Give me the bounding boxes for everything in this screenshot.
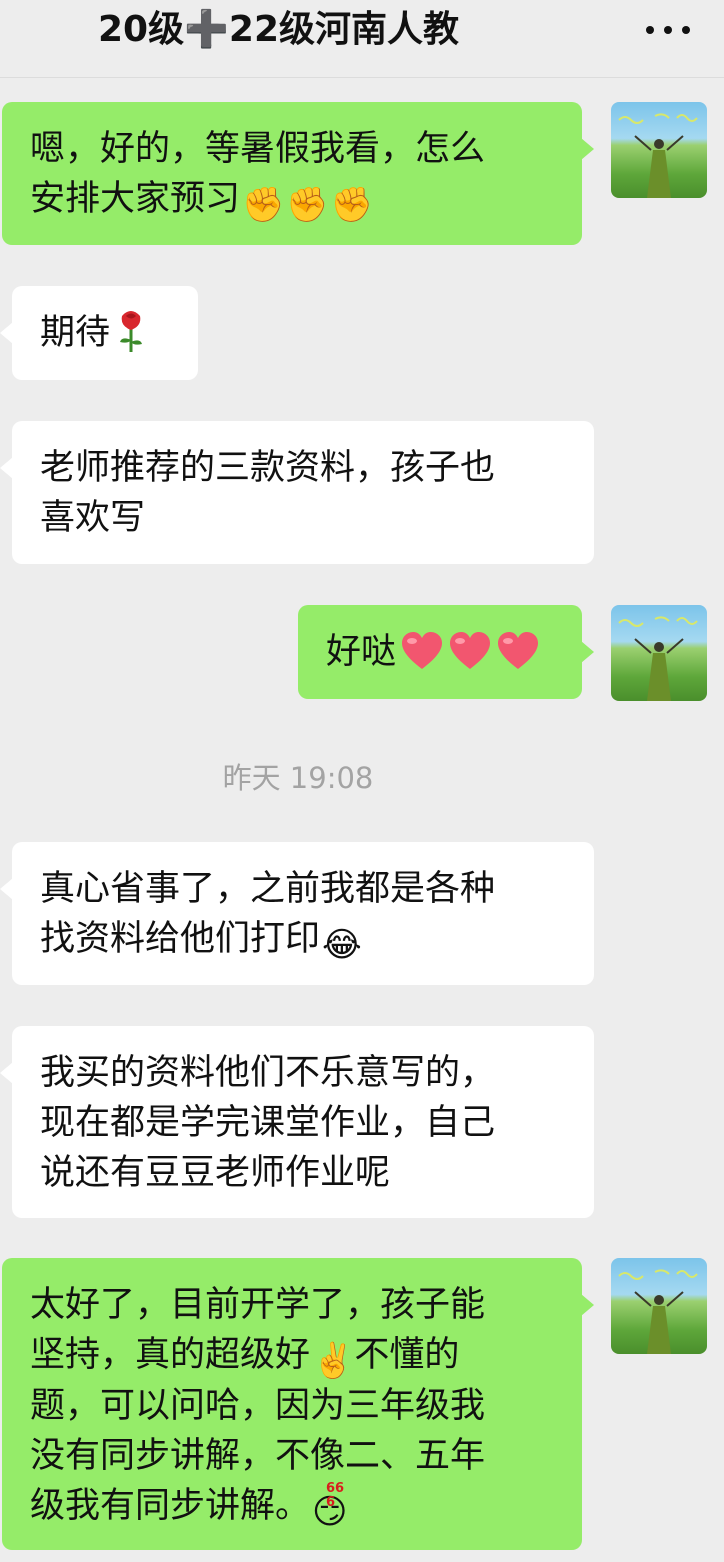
- message-bubble-incoming[interactable]: 我买的资料他们不乐意写的， 现在都是学完课堂作业，自己 说还有豆豆老师作业呢: [0, 1026, 594, 1218]
- more-dots-icon: [664, 26, 672, 34]
- message-line: 说还有豆豆老师作业呢: [40, 1153, 391, 1193]
- more-dots-icon: [682, 26, 690, 34]
- message-line: 真心省事了，之前我都是各种: [40, 869, 496, 909]
- message-line: 喜欢写: [40, 498, 146, 538]
- message-bubble-outgoing[interactable]: 嗯，好的，等暑假我看，怎么 安排大家预习✊✊✊: [2, 102, 594, 245]
- user-avatar-icon[interactable]: [611, 605, 707, 701]
- heart-icon: [498, 632, 539, 669]
- message-line: 安排大家预习✊✊✊: [30, 179, 374, 225]
- laughing-emoji: 😂: [322, 925, 362, 965]
- message-timestamp: 昨天 19:08: [222, 761, 374, 795]
- message-bubble-outgoing[interactable]: 太好了，目前开学了，孩子能 坚持，真的超级好✌️不懂的 题，可以问哈，因为三年级…: [2, 1258, 594, 1550]
- message-bubble-incoming[interactable]: 真心省事了，之前我都是各种 找资料给他们打印😂: [0, 842, 594, 985]
- heart-icon: [402, 632, 443, 669]
- message-line: 现在都是学完课堂作业，自己: [40, 1103, 496, 1143]
- message-text: 期待: [40, 313, 111, 353]
- fist-emoji: ✊: [286, 185, 329, 225]
- message-line: 没有同步讲解，不像二、五年: [30, 1436, 486, 1476]
- user-avatar-icon[interactable]: [611, 1258, 707, 1354]
- message-line: 嗯，好的，等暑假我看，怎么: [30, 129, 486, 169]
- message-line: 老师推荐的三款资料，孩子也: [40, 448, 496, 488]
- message-line: 级我有同步讲解。😏 666: [30, 1481, 348, 1533]
- user-avatar-icon[interactable]: [611, 102, 707, 198]
- message-line: 题，可以问哈，因为三年级我: [30, 1386, 486, 1426]
- rose-icon: [120, 311, 143, 352]
- more-dots-icon: [646, 26, 654, 34]
- chat-header: 20级➕22级河南人教: [0, 0, 724, 78]
- message-bubble-incoming[interactable]: 老师推荐的三款资料，孩子也 喜欢写: [0, 421, 594, 564]
- fist-emoji: ✊: [330, 185, 374, 225]
- message-bubble-incoming[interactable]: 期待: [0, 286, 198, 380]
- message-line: 我买的资料他们不乐意写的，: [40, 1053, 496, 1093]
- fist-emoji: ✊: [242, 185, 285, 225]
- message-bubble-outgoing[interactable]: 好哒: [298, 605, 594, 699]
- message-line: 太好了，目前开学了，孩子能: [30, 1285, 486, 1325]
- message-text: 好哒: [326, 632, 397, 672]
- smirk-666-emoji: 😏 666: [312, 1481, 348, 1533]
- emoji-badge: 666: [326, 1481, 345, 1510]
- message-line: 找资料给他们打印😂: [40, 919, 362, 965]
- chat-title: 20级➕22级河南人教: [98, 9, 460, 50]
- heart-icon: [450, 632, 491, 669]
- victory-hand-emoji: ✌️: [312, 1341, 355, 1381]
- message-line: 坚持，真的超级好✌️不懂的: [30, 1335, 460, 1381]
- more-options-button[interactable]: [646, 22, 690, 38]
